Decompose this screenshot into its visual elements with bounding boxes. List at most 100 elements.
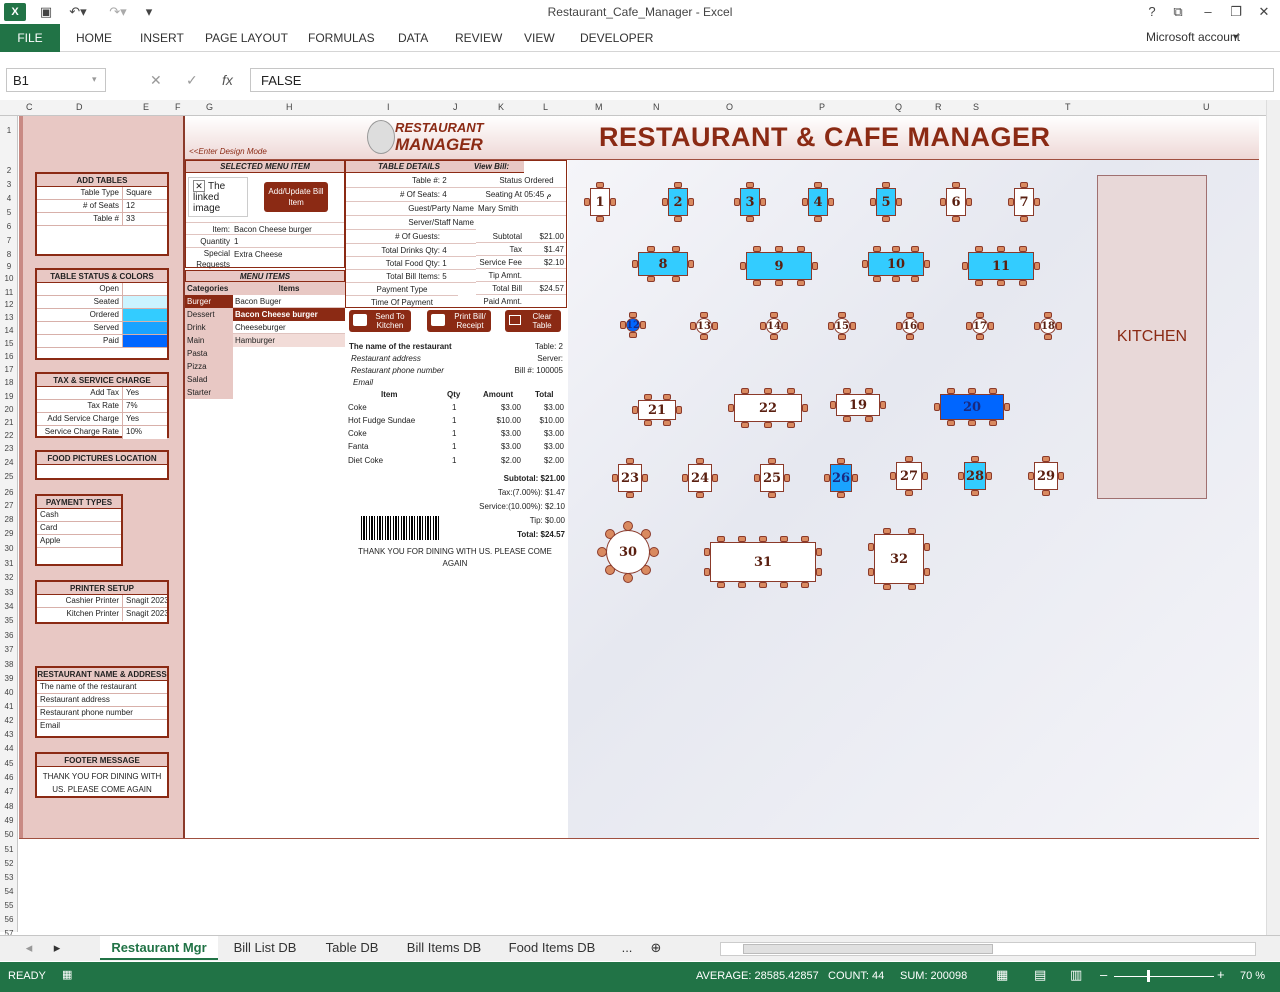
row-header[interactable]: 54 (0, 887, 18, 896)
table-7[interactable]: 7 (1014, 188, 1034, 216)
row-header[interactable]: 45 (0, 759, 18, 768)
tab-formulas[interactable]: FORMULAS (308, 24, 375, 52)
col-header[interactable]: L (543, 102, 548, 112)
row-header[interactable]: 12 (0, 300, 18, 309)
table-6[interactable]: 6 (946, 188, 966, 216)
add-update-bill-button[interactable]: Add/Update Bill Item (264, 182, 328, 212)
seats-value[interactable]: 12 (123, 200, 167, 212)
tab-home[interactable]: HOME (76, 24, 112, 52)
table-18[interactable]: 18 (1040, 318, 1056, 334)
restaurant-phone[interactable]: Restaurant phone number (37, 707, 133, 719)
row-header[interactable]: 21 (0, 418, 18, 427)
col-header[interactable]: R (935, 102, 942, 112)
row-header[interactable]: 39 (0, 674, 18, 683)
table-26[interactable]: 26 (830, 464, 852, 492)
menu-item-selected[interactable]: Bacon Cheese burger (233, 308, 345, 321)
col-header[interactable]: O (726, 102, 733, 112)
row-header[interactable]: 48 (0, 802, 18, 811)
row-header[interactable]: 27 (0, 501, 18, 510)
row-header[interactable]: 32 (0, 573, 18, 582)
zoom-slider[interactable] (1114, 976, 1214, 977)
next-sheet-icon[interactable]: ▸ (50, 936, 64, 960)
tab-developer[interactable]: DEVELOPER (580, 24, 653, 52)
row-header[interactable]: 15 (0, 339, 18, 348)
row-header[interactable]: 36 (0, 631, 18, 640)
status-seated-swatch[interactable] (123, 296, 167, 308)
formula-input[interactable]: FALSE (250, 68, 1274, 92)
row-header[interactable]: 25 (0, 472, 18, 481)
service-rate-value[interactable]: 10% (123, 426, 167, 439)
row-header[interactable]: 46 (0, 773, 18, 782)
row-header[interactable]: 26 (0, 488, 18, 497)
col-header[interactable]: M (595, 102, 603, 112)
category-main[interactable]: Main (185, 334, 233, 347)
row-header[interactable]: 20 (0, 405, 18, 414)
table-9[interactable]: 9 (746, 252, 812, 280)
send-to-kitchen-button[interactable]: Send To Kitchen (349, 310, 411, 332)
table-22[interactable]: 22 (734, 394, 802, 422)
table-16[interactable]: 16 (902, 318, 918, 334)
row-header[interactable]: 13 (0, 313, 18, 322)
row-header[interactable]: 35 (0, 616, 18, 625)
clear-table-button[interactable]: Clear Table (505, 310, 561, 332)
row-header[interactable]: 37 (0, 645, 18, 654)
category-dessert[interactable]: Dessert (185, 308, 233, 321)
kitchen-printer-value[interactable]: Snagit 2023 (123, 608, 167, 621)
table-12[interactable]: 12 (626, 318, 640, 332)
table-25[interactable]: 25 (760, 464, 784, 492)
row-header[interactable]: 56 (0, 915, 18, 924)
menu-item[interactable]: Hamburger (233, 334, 345, 347)
account-menu[interactable]: Microsoft account (1146, 24, 1240, 50)
tab-bill-items-db[interactable]: Bill Items DB (396, 936, 492, 960)
row-header[interactable]: 40 (0, 688, 18, 697)
row-header[interactable]: 47 (0, 787, 18, 796)
category-pasta[interactable]: Pasta (185, 347, 233, 360)
row-header[interactable]: 53 (0, 873, 18, 882)
table-4[interactable]: 4 (808, 188, 828, 216)
col-header[interactable]: U (1203, 102, 1210, 112)
row-header[interactable]: 6 (0, 222, 18, 231)
row-header[interactable]: 31 (0, 559, 18, 568)
cancel-icon[interactable]: ✕ (150, 72, 162, 89)
col-header[interactable]: F (175, 102, 181, 112)
col-header[interactable]: J (453, 102, 458, 112)
detail-value[interactable]: 5 (442, 272, 446, 281)
status-value[interactable]: Ordered (524, 176, 553, 185)
row-header[interactable]: 42 (0, 716, 18, 725)
col-header[interactable]: H (286, 102, 293, 112)
quantity-value[interactable]: 1 (234, 235, 238, 248)
table-5[interactable]: 5 (876, 188, 896, 216)
menu-item[interactable]: Cheeseburger (233, 321, 345, 334)
row-header[interactable]: 22 (0, 431, 18, 440)
tab-bill-list-db[interactable]: Bill List DB (222, 936, 308, 960)
table-14[interactable]: 14 (766, 318, 782, 334)
add-sheet-icon[interactable]: ⊕ (646, 936, 666, 960)
row-header[interactable]: 24 (0, 458, 18, 467)
category-salad[interactable]: Salad (185, 373, 233, 386)
row-header[interactable]: 9 (0, 262, 18, 271)
row-header[interactable]: 30 (0, 544, 18, 553)
row-header[interactable]: 28 (0, 515, 18, 524)
row-header[interactable]: 29 (0, 529, 18, 538)
ribbon-display-icon[interactable]: ⧉ (1166, 2, 1190, 22)
row-header[interactable]: 41 (0, 702, 18, 711)
tax-rate-value[interactable]: 7% (123, 400, 167, 412)
category-starter[interactable]: Starter (185, 386, 233, 399)
table-type-value[interactable]: Square (123, 187, 167, 199)
row-header[interactable]: 19 (0, 392, 18, 401)
tab-insert[interactable]: INSERT (140, 24, 184, 52)
minimize-icon[interactable]: – (1196, 2, 1220, 22)
table-20[interactable]: 20 (940, 394, 1004, 420)
col-header[interactable]: S (973, 102, 979, 112)
help-icon[interactable]: ? (1140, 2, 1164, 22)
horizontal-scrollbar[interactable] (720, 942, 1256, 956)
restaurant-name[interactable]: The name of the restaurant (37, 681, 137, 693)
vertical-scrollbar[interactable] (1266, 100, 1280, 935)
row-header[interactable]: 18 (0, 378, 18, 387)
row-header[interactable]: 50 (0, 830, 18, 839)
table-23[interactable]: 23 (618, 464, 642, 492)
add-tax-value[interactable]: Yes (123, 387, 167, 399)
table-11[interactable]: 11 (968, 252, 1034, 280)
prev-sheet-icon[interactable]: ◂ (22, 936, 36, 960)
special-requests-value[interactable]: Extra Cheese (234, 250, 282, 259)
